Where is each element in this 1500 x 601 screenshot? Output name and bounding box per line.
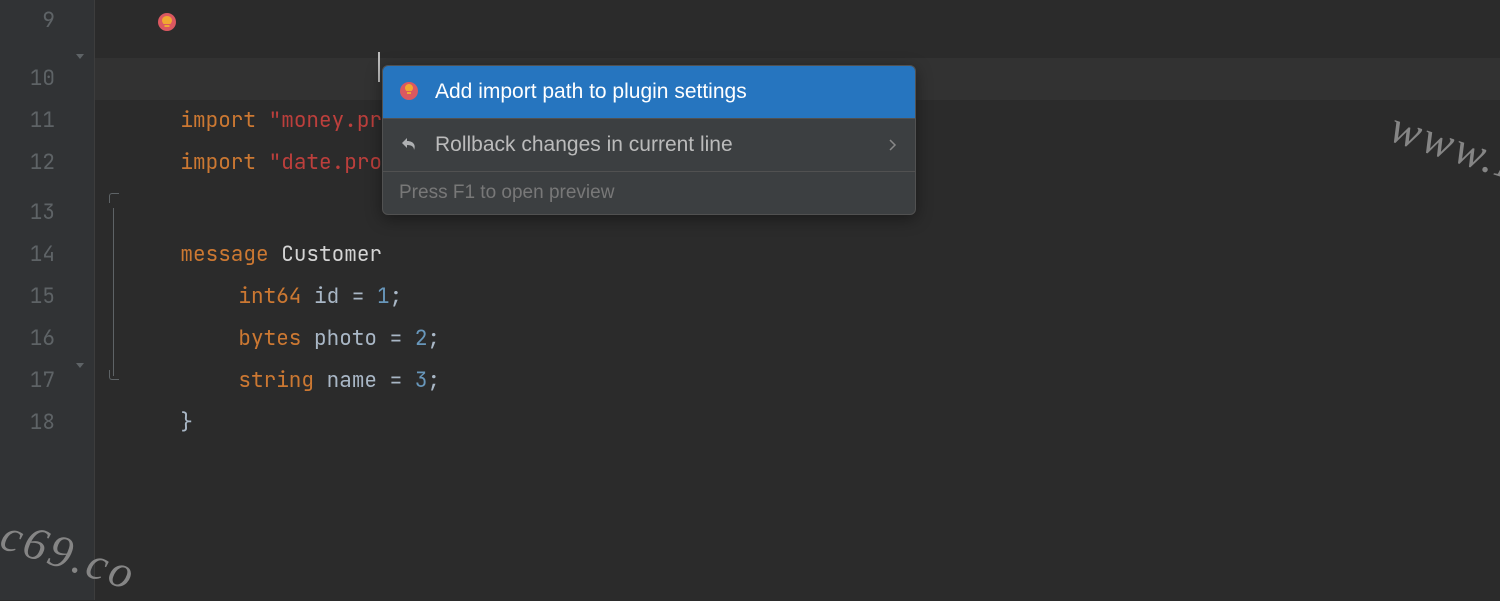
fold-expand-icon[interactable] xyxy=(65,345,95,387)
menu-hint: Press F1 to open preview xyxy=(383,172,915,214)
intention-action-rollback[interactable]: Rollback changes in current line xyxy=(383,119,915,171)
closing-brace: } xyxy=(180,409,193,436)
line-number: 14 xyxy=(0,234,55,276)
menu-item-label: Rollback changes in current line xyxy=(435,133,733,157)
code-line[interactable]: bytes photo = 2; xyxy=(95,276,1500,318)
fold-expand-icon[interactable] xyxy=(65,36,95,78)
code-line[interactable]: string name = 3; xyxy=(95,318,1500,360)
line-number: 9 xyxy=(0,0,55,42)
line-number: 11 xyxy=(0,100,55,142)
line-number: 10 xyxy=(0,58,55,100)
line-number: 16 xyxy=(0,318,55,360)
line-number: 13 xyxy=(0,192,55,234)
text-caret xyxy=(378,52,380,82)
code-line[interactable]: int64 id = 1; xyxy=(95,234,1500,276)
gutter: 9 10 11 12 13 14 15 16 17 18 xyxy=(0,0,95,600)
intention-action-add-import-path[interactable]: Add import path to plugin settings xyxy=(383,66,915,118)
string-literal-error: "date.pro xyxy=(269,149,382,176)
error-intention-bulb-icon[interactable] xyxy=(158,13,176,31)
line-number: 18 xyxy=(0,402,55,444)
hint-label: Press F1 to open preview xyxy=(399,182,614,204)
chevron-right-icon xyxy=(889,135,897,156)
line-number: 15 xyxy=(0,276,55,318)
undo-icon xyxy=(399,134,421,156)
error-bulb-icon xyxy=(399,81,421,103)
code-line[interactable]: } xyxy=(95,360,1500,402)
line-number: 17 xyxy=(0,360,55,402)
keyword-import: import xyxy=(180,149,256,176)
line-number: 12 xyxy=(0,142,55,184)
intention-actions-popup: Add import path to plugin settings Rollb… xyxy=(382,65,916,215)
menu-item-label: Add import path to plugin settings xyxy=(435,80,747,104)
